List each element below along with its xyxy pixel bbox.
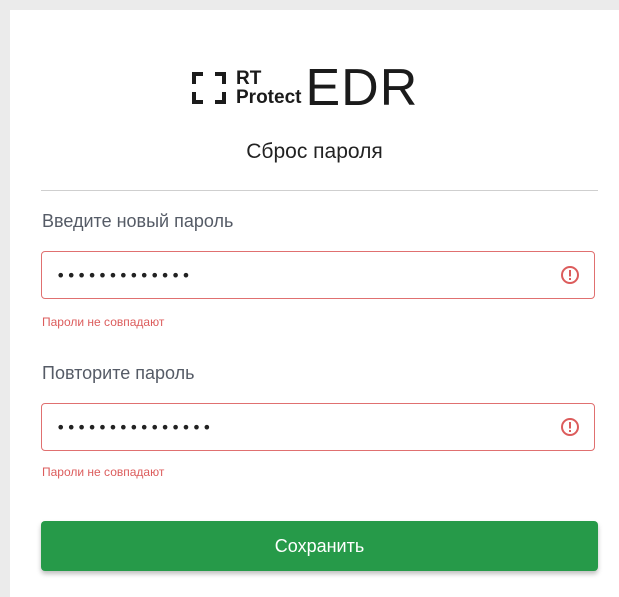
logo-line-rt: RT	[236, 68, 262, 89]
error-icon	[561, 266, 579, 284]
divider	[41, 190, 598, 191]
new-password-field-wrapper	[41, 251, 595, 299]
repeat-password-error: Пароли не совпадают	[42, 465, 165, 479]
new-password-input[interactable]	[54, 252, 538, 299]
reset-password-card: RT Protect EDR Сброс пароля Введите новы…	[10, 10, 619, 597]
error-icon	[561, 418, 579, 436]
new-password-error: Пароли не совпадают	[42, 315, 165, 329]
rt-protect-edr-logo: RT Protect EDR	[190, 59, 419, 117]
new-password-label: Введите новый пароль	[42, 211, 234, 231]
logo-line-protect: Protect	[236, 87, 302, 108]
logo-frame-icon	[192, 72, 226, 104]
logo-product-name: EDR	[305, 59, 419, 117]
repeat-password-input[interactable]	[54, 404, 538, 451]
repeat-password-label: Повторите пароль	[42, 363, 195, 383]
save-button[interactable]: Сохранить	[41, 521, 598, 571]
repeat-password-field-wrapper	[41, 403, 595, 451]
logo-brand-text: RT Protect	[236, 69, 301, 107]
page-title: Сброс пароля	[246, 140, 383, 163]
